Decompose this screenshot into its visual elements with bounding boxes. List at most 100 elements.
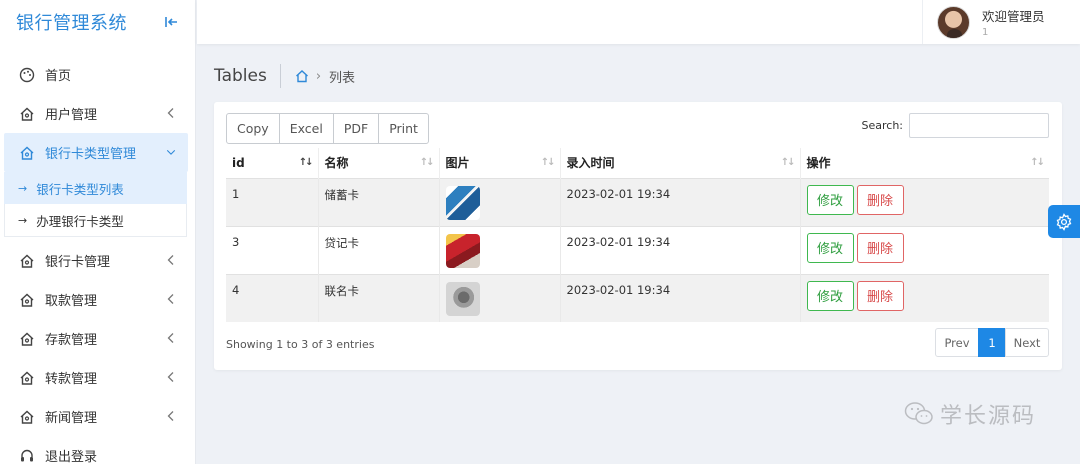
column-header-id[interactable]: id ↑↓	[226, 148, 319, 178]
sidebar-item-cards[interactable]: 银行卡管理	[0, 241, 196, 280]
column-header-time[interactable]: 录入时间 ↑↓	[560, 148, 801, 178]
sidebar-item-label: 转款管理	[45, 372, 98, 387]
home-outline-icon	[18, 105, 36, 123]
sidebar-item-label: 新闻管理	[45, 411, 98, 426]
sidebar-item-deposit[interactable]: 存款管理	[0, 319, 196, 358]
sidebar-item-withdraw[interactable]: 取款管理	[0, 280, 196, 319]
sub-item-card-type-list[interactable]: → 银行卡类型列表	[4, 172, 187, 204]
user-menu[interactable]: 欢迎管理员 1	[922, 0, 1080, 44]
sidebar-item-label: 存款管理	[45, 333, 98, 348]
cell-name: 联名卡	[318, 274, 440, 322]
arrow-right-icon: →	[18, 181, 28, 195]
home-icon[interactable]	[295, 69, 309, 83]
settings-toggle[interactable]	[1048, 205, 1080, 238]
brand: 银行管理系统	[0, 0, 195, 44]
sidebar-item-home[interactable]: 首页	[0, 55, 196, 94]
palette-icon	[18, 66, 36, 84]
cell-id: 3	[226, 226, 319, 274]
sidebar-item-label: 银行卡类型管理	[45, 147, 137, 162]
sidebar-item-label: 用户管理	[45, 108, 98, 123]
pagination: Prev 1 Next	[935, 328, 1049, 357]
card-thumbnail	[445, 281, 480, 316]
card-type-table: id ↑↓ 名称 ↑↓ 图片 ↑↓ 录入时间 ↑↓ 操作 ↑↓ 1 储蓄卡 2023-02…	[226, 148, 1049, 322]
sidebar-item-transfer[interactable]: 转款管理	[0, 358, 196, 397]
table-info: Showing 1 to 3 of 3 entries	[226, 338, 375, 351]
edit-button[interactable]: 修改	[806, 184, 854, 215]
excel-button[interactable]: Excel	[278, 113, 334, 144]
chevron-left-icon	[167, 333, 174, 343]
welcome-text: 欢迎管理员	[982, 9, 1045, 24]
print-button[interactable]: Print	[378, 113, 429, 144]
sidebar-menu: 首页 用户管理 银行卡类型管理 → 银行卡类型列表 → 办理银行卡类型 银行卡管…	[0, 55, 196, 464]
sub-item-add-card-type[interactable]: → 办理银行卡类型	[5, 204, 186, 236]
column-label: id	[232, 155, 245, 170]
cell-image	[439, 274, 561, 322]
delete-button[interactable]: 删除	[856, 280, 904, 311]
search-box: Search:	[861, 113, 1049, 138]
arrow-right-icon: →	[18, 213, 28, 227]
cell-name: 贷记卡	[318, 226, 440, 274]
breadcrumb-divider	[279, 64, 281, 88]
chevron-left-icon	[167, 108, 174, 118]
delete-button[interactable]: 删除	[856, 232, 904, 263]
gear-icon	[1056, 212, 1072, 231]
sidebar-item-label: 退出登录	[45, 450, 98, 464]
sort-icon: ↑↓	[540, 157, 556, 168]
watermark: 学长源码	[904, 398, 1036, 430]
prev-page-button[interactable]: Prev	[935, 328, 979, 357]
sub-item-label: 银行卡类型列表	[36, 181, 124, 197]
sidebar-item-logout[interactable]: 退出登录	[0, 436, 196, 464]
user-info: 欢迎管理员 1	[982, 6, 1045, 38]
pdf-button[interactable]: PDF	[332, 113, 380, 144]
table-row: 3 贷记卡 2023-02-01 19:34 修改 删除	[226, 226, 1049, 274]
edit-button[interactable]: 修改	[806, 280, 854, 311]
top-header: 欢迎管理员 1	[197, 0, 1080, 44]
user-id: 1	[982, 27, 989, 38]
cell-actions: 修改 删除	[800, 226, 1049, 274]
cell-time: 2023-02-01 19:34	[560, 274, 801, 322]
export-toolbar: Copy Excel PDF Print	[226, 113, 429, 144]
sub-item-label: 办理银行卡类型	[36, 213, 124, 229]
chevron-left-icon	[167, 411, 174, 421]
table-card: Copy Excel PDF Print Search: id ↑↓ 名称 ↑↓ 图…	[214, 102, 1062, 370]
headset-icon	[18, 447, 36, 464]
sort-icon: ↑↓	[419, 157, 435, 168]
card-thumbnail	[445, 185, 480, 220]
table-row: 1 储蓄卡 2023-02-01 19:34 修改 删除	[226, 178, 1049, 226]
chevron-left-icon	[167, 294, 174, 304]
column-header-name[interactable]: 名称 ↑↓	[318, 148, 440, 178]
cell-time: 2023-02-01 19:34	[560, 226, 801, 274]
cell-id: 1	[226, 178, 319, 226]
home-outline-icon	[18, 369, 36, 387]
card-types-submenu: → 银行卡类型列表 → 办理银行卡类型	[4, 172, 187, 237]
column-label: 录入时间	[566, 156, 615, 171]
chevron-right-icon: ›	[315, 68, 322, 84]
search-input[interactable]	[909, 113, 1049, 138]
cell-time: 2023-02-01 19:34	[560, 178, 801, 226]
sidebar-item-news[interactable]: 新闻管理	[0, 397, 196, 436]
home-outline-icon	[18, 291, 36, 309]
search-label: Search:	[861, 119, 904, 132]
cell-actions: 修改 删除	[800, 178, 1049, 226]
sort-icon: ↑↓	[1030, 157, 1045, 168]
table-header-row: id ↑↓ 名称 ↑↓ 图片 ↑↓ 录入时间 ↑↓ 操作 ↑↓	[226, 148, 1049, 178]
page-title: Tables	[214, 66, 267, 86]
sort-icon: ↑↓	[780, 157, 796, 168]
copy-button[interactable]: Copy	[226, 113, 280, 144]
wechat-icon	[904, 402, 933, 425]
column-header-image[interactable]: 图片 ↑↓	[439, 148, 561, 178]
column-header-actions[interactable]: 操作 ↑↓	[800, 148, 1049, 178]
breadcrumb: Tables › 列表	[214, 64, 355, 88]
sidebar-item-label: 首页	[45, 69, 72, 84]
cell-id: 4	[226, 274, 319, 322]
sort-asc-icon: ↑↓	[298, 157, 314, 168]
page-1-button[interactable]: 1	[978, 328, 1006, 357]
delete-button[interactable]: 删除	[856, 184, 904, 215]
app-title: 银行管理系统	[16, 13, 127, 34]
sidebar-item-card-types[interactable]: 银行卡类型管理	[4, 133, 188, 172]
next-page-button[interactable]: Next	[1005, 328, 1049, 357]
collapse-sidebar-icon[interactable]	[163, 13, 181, 31]
edit-button[interactable]: 修改	[806, 232, 854, 263]
sidebar-item-users[interactable]: 用户管理	[0, 94, 196, 133]
card-thumbnail	[445, 233, 480, 268]
